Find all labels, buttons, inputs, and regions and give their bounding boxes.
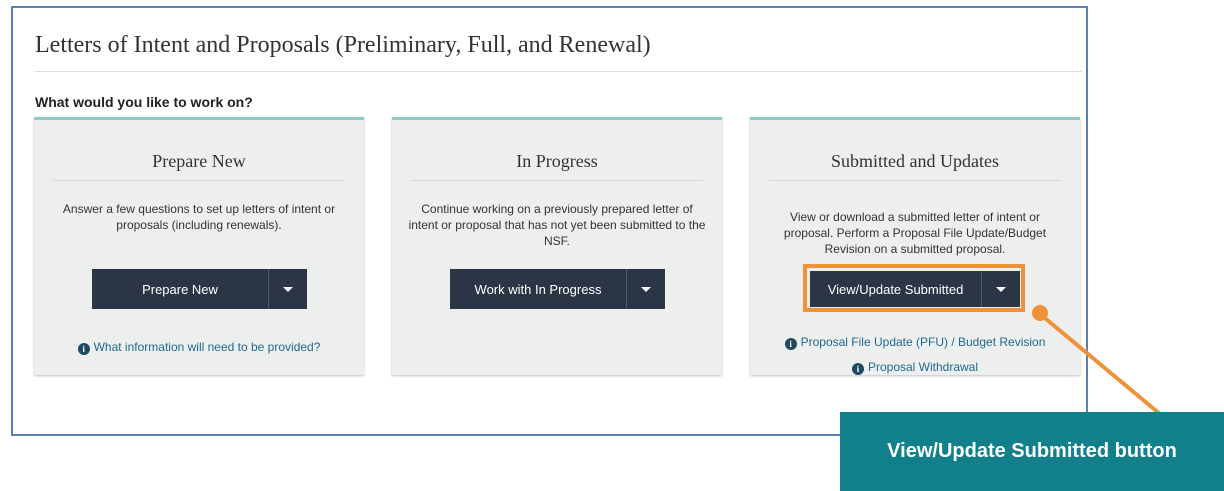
info-circle-icon: i [77, 343, 90, 355]
card-in-progress: In Progress Continue working on a previo… [392, 117, 722, 375]
card-divider [411, 180, 703, 181]
card-title: Submitted and Updates [831, 151, 999, 171]
section-subheading: What would you like to work on? [35, 94, 253, 110]
card-title: In Progress [516, 151, 598, 171]
card-description: Continue working on a previously prepare… [408, 202, 706, 248]
card-description: Answer a few questions to set up letters… [62, 202, 336, 232]
prepare-new-dropdown-toggle[interactable] [268, 269, 307, 309]
callout-label: View/Update Submitted button [840, 412, 1224, 491]
proposal-withdrawal-link-label[interactable]: Proposal Withdrawal [868, 360, 978, 374]
card-prepare-new: Prepare New Answer a few questions to se… [34, 117, 364, 375]
caret-down-icon [641, 286, 651, 292]
info-circle-icon: i [784, 338, 797, 350]
card-divider [769, 180, 1061, 181]
view-update-submitted-button[interactable]: View/Update Submitted [810, 271, 1020, 307]
prepare-new-button[interactable]: Prepare New [92, 269, 307, 309]
proposal-withdrawal-link[interactable]: i Proposal Withdrawal [750, 360, 1080, 375]
pfu-budget-revision-link[interactable]: i Proposal File Update (PFU) / Budget Rev… [750, 335, 1080, 350]
card-submitted-updates: Submitted and Updates View or download a… [750, 117, 1080, 375]
info-needed-link-label[interactable]: What information will need to be provide… [94, 340, 321, 354]
card-title: Prepare New [152, 151, 246, 171]
pfu-budget-revision-link-label[interactable]: Proposal File Update (PFU) / Budget Revi… [801, 335, 1046, 349]
page-title: Letters of Intent and Proposals (Prelimi… [35, 32, 651, 58]
prepare-new-button-label[interactable]: Prepare New [92, 269, 268, 309]
caret-down-icon [996, 286, 1006, 292]
title-divider [35, 71, 1082, 72]
work-with-in-progress-dropdown-toggle[interactable] [626, 269, 665, 309]
card-divider [53, 180, 345, 181]
view-update-submitted-button-label[interactable]: View/Update Submitted [810, 271, 981, 307]
card-description: View or download a submitted letter of i… [783, 210, 1047, 256]
info-circle-icon: i [851, 363, 864, 375]
work-with-in-progress-button[interactable]: Work with In Progress [450, 269, 665, 309]
view-update-submitted-dropdown-toggle[interactable] [981, 271, 1020, 307]
info-needed-link[interactable]: i What information will need to be provid… [34, 340, 364, 355]
caret-down-icon [283, 286, 293, 292]
work-with-in-progress-button-label[interactable]: Work with In Progress [450, 269, 626, 309]
